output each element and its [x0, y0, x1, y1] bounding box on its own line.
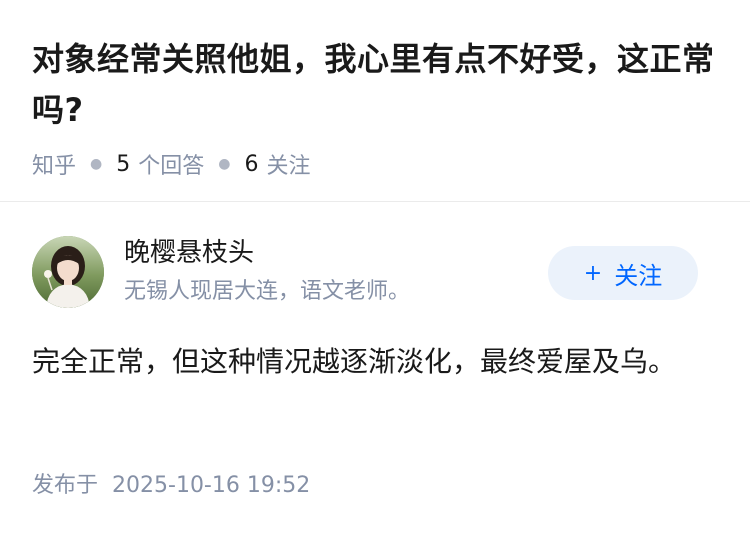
question-header: 对象经常关照他姐，我心里有点不好受，这正常吗? 知乎 ● 5 个回答 ● 6 关…: [0, 0, 750, 182]
follow-button-label: 关注: [614, 261, 663, 290]
plus-icon: +: [583, 260, 603, 286]
source-label[interactable]: 知乎: [32, 148, 76, 180]
separator-dot: ●: [90, 156, 103, 172]
follower-count-label[interactable]: 关注: [266, 148, 310, 180]
answer-count: 5: [116, 151, 131, 177]
published-label: 发布于: [32, 473, 99, 498]
author-card: 晚樱悬枝头 无锡人现居大连，语文老师。 + 关注: [32, 235, 718, 309]
follower-count: 6: [244, 151, 259, 177]
published-time: 2025-10-16 19:52: [112, 473, 311, 498]
section-divider: [0, 201, 750, 202]
author-bio: 无锡人现居大连，语文老师。: [124, 279, 411, 304]
avatar[interactable]: [32, 236, 104, 308]
publish-info: 发布于 2025-10-16 19:52: [32, 468, 310, 504]
avatar-image: [32, 236, 104, 308]
answer-content: 完全正常，但这种情况越逐渐淡化，最终爱屋及乌。: [32, 345, 677, 378]
answer-count-label[interactable]: 个回答: [138, 148, 204, 180]
author-name[interactable]: 晚樱悬枝头: [124, 235, 254, 271]
follow-button[interactable]: + 关注: [548, 246, 698, 300]
separator-dot: ●: [218, 156, 231, 172]
answer-page: 对象经常关照他姐，我心里有点不好受，这正常吗? 知乎 ● 5 个回答 ● 6 关…: [0, 0, 750, 538]
question-meta: 知乎 ● 5 个回答 ● 6 关注: [32, 146, 718, 182]
question-title[interactable]: 对象经常关照他姐，我心里有点不好受，这正常吗?: [32, 34, 718, 136]
